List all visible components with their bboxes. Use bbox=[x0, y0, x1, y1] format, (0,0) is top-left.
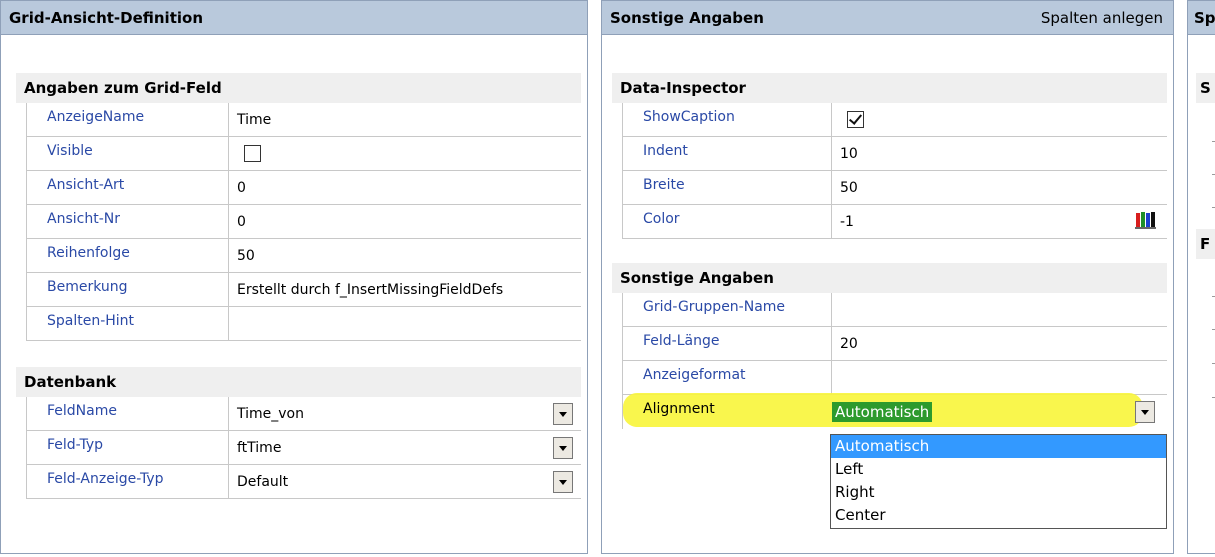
alignment-dropdown-list[interactable]: Automatisch Left Right Center bbox=[830, 434, 1167, 529]
row-reihenfolge[interactable]: Reihenfolge 50 bbox=[27, 239, 581, 273]
section-title: Data-Inspector bbox=[612, 73, 1167, 103]
row-anzeigename[interactable]: AnzeigeName Time bbox=[27, 103, 581, 137]
indent-value[interactable]: 10 bbox=[832, 137, 1162, 170]
row-label: Alignment bbox=[643, 401, 715, 417]
row-breite[interactable]: Breite 50 bbox=[623, 171, 1167, 205]
sonstige-angaben-section: Sonstige Angaben Grid-Gruppen-Name Feld-… bbox=[612, 263, 1167, 429]
row-visible[interactable]: Visible bbox=[27, 137, 581, 171]
row-bemerkung[interactable]: Bemerkung Erstellt durch f_InsertMissing… bbox=[27, 273, 581, 307]
showcaption-checkbox[interactable] bbox=[847, 111, 864, 128]
section-title: S bbox=[1196, 73, 1215, 103]
color-pencils-icon[interactable] bbox=[1135, 210, 1157, 230]
row-label: Feld-Länge bbox=[623, 327, 832, 360]
row-indent[interactable]: Indent 10 bbox=[623, 137, 1167, 171]
section-title: Sonstige Angaben bbox=[612, 263, 1167, 293]
panel-header: Grid-Ansicht-Definition bbox=[1, 1, 587, 35]
grid-ansicht-panel: Grid-Ansicht-Definition Angaben zum Grid… bbox=[0, 0, 588, 554]
row-alignment[interactable]: Alignment Automatisch bbox=[623, 393, 1167, 429]
row-label: Ansicht-Nr bbox=[27, 205, 229, 238]
row-label: Reihenfolge bbox=[27, 239, 229, 272]
row-feld-laenge[interactable]: Feld-Länge 20 bbox=[623, 327, 1167, 361]
row-label: Anzeigeformat bbox=[623, 361, 832, 394]
row-label: FeldName bbox=[27, 397, 229, 430]
row-anzeigeformat[interactable]: Anzeigeformat bbox=[623, 361, 1167, 395]
ansicht-nr-value[interactable]: 0 bbox=[229, 205, 574, 238]
row-label: Spalten-Hint bbox=[27, 307, 229, 340]
row-label: Ansicht-Art bbox=[27, 171, 229, 204]
datenbank-section: Datenbank FeldName Time_von Feld-Typ ftT… bbox=[16, 367, 581, 499]
bemerkung-value[interactable]: Erstellt durch f_InsertMissingFieldDefs bbox=[229, 273, 574, 306]
alignment-value[interactable]: Automatisch bbox=[832, 402, 942, 422]
row-showcaption[interactable]: ShowCaption bbox=[623, 103, 1167, 137]
panel-header: Sp bbox=[1188, 1, 1215, 35]
color-value[interactable]: -1 bbox=[832, 205, 1112, 238]
alignment-selected-text: Automatisch bbox=[832, 402, 933, 422]
feld-typ-value[interactable]: ftTime bbox=[229, 431, 529, 464]
row-label: Breite bbox=[623, 171, 832, 204]
row-color[interactable]: Color -1 bbox=[623, 205, 1167, 239]
dropdown-option[interactable]: Left bbox=[831, 458, 1166, 481]
sonstige-angaben-panel: Sonstige Angaben Spalten anlegen Data-In… bbox=[601, 0, 1174, 554]
spalten-hint-value[interactable] bbox=[229, 307, 574, 340]
breite-value[interactable]: 50 bbox=[832, 171, 1162, 204]
panel-title: Sonstige Angaben bbox=[610, 8, 764, 27]
dropdown-arrow-icon[interactable] bbox=[553, 471, 573, 493]
dropdown-option[interactable]: Center bbox=[831, 504, 1166, 527]
panel-header: Sonstige Angaben Spalten anlegen bbox=[602, 1, 1173, 35]
row-feldname[interactable]: FeldName Time_von bbox=[27, 397, 581, 431]
row-label: ShowCaption bbox=[623, 103, 832, 136]
feldname-value[interactable]: Time_von bbox=[229, 397, 529, 430]
row-label: Color bbox=[623, 205, 832, 238]
anzeigename-value[interactable]: Time bbox=[229, 103, 574, 136]
row-label: Indent bbox=[623, 137, 832, 170]
dropdown-option[interactable]: Right bbox=[831, 481, 1166, 504]
row-label: Feld-Typ bbox=[27, 431, 229, 464]
row-label: Visible bbox=[27, 137, 229, 170]
dropdown-arrow-icon[interactable] bbox=[553, 437, 573, 459]
visible-checkbox[interactable] bbox=[244, 145, 261, 162]
reihenfolge-value[interactable]: 50 bbox=[229, 239, 574, 272]
row-grid-gruppen-name[interactable]: Grid-Gruppen-Name bbox=[623, 293, 1167, 327]
dropdown-arrow-icon[interactable] bbox=[553, 403, 573, 425]
grid-feld-section: Angaben zum Grid-Feld AnzeigeName Time V… bbox=[16, 73, 581, 341]
section-title: F bbox=[1196, 229, 1215, 259]
ansicht-art-value[interactable]: 0 bbox=[229, 171, 574, 204]
row-ansicht-art[interactable]: Ansicht-Art 0 bbox=[27, 171, 581, 205]
row-spalten-hint[interactable]: Spalten-Hint bbox=[27, 307, 581, 341]
row-label: Feld-Anzeige-Typ bbox=[27, 465, 229, 498]
panel-title: Sp bbox=[1194, 8, 1215, 27]
section-title: Datenbank bbox=[16, 367, 581, 397]
section-title: Angaben zum Grid-Feld bbox=[16, 73, 581, 103]
spalten-anlegen-link[interactable]: Spalten anlegen bbox=[1041, 9, 1163, 27]
anzeigeformat-value[interactable] bbox=[832, 361, 1162, 394]
grid-gruppen-name-value[interactable] bbox=[832, 293, 1162, 326]
row-feld-anzeige-typ[interactable]: Feld-Anzeige-Typ Default bbox=[27, 465, 581, 499]
row-label: Bemerkung bbox=[27, 273, 229, 306]
panel-title: Grid-Ansicht-Definition bbox=[9, 8, 203, 27]
row-feld-typ[interactable]: Feld-Typ ftTime bbox=[27, 431, 581, 465]
feld-laenge-value[interactable]: 20 bbox=[832, 327, 1162, 360]
dropdown-option[interactable]: Automatisch bbox=[831, 435, 1166, 458]
row-label: Grid-Gruppen-Name bbox=[623, 293, 832, 326]
row-ansicht-nr[interactable]: Ansicht-Nr 0 bbox=[27, 205, 581, 239]
feld-anzeige-typ-value[interactable]: Default bbox=[229, 465, 529, 498]
third-panel: Sp S F bbox=[1187, 0, 1215, 554]
dropdown-arrow-icon[interactable] bbox=[1135, 401, 1155, 423]
row-label: AnzeigeName bbox=[27, 103, 229, 136]
data-inspector-section: Data-Inspector ShowCaption Indent 10 Bre… bbox=[612, 73, 1167, 239]
